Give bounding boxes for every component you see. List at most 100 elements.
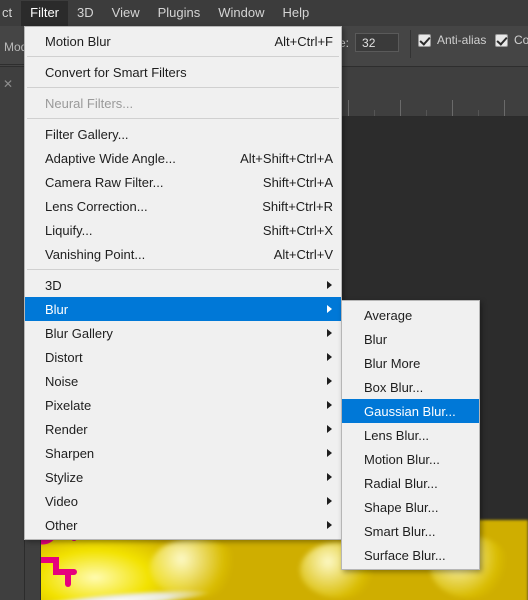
chevron-right-icon — [327, 305, 332, 313]
filter-menu-item-label: Other — [45, 517, 78, 533]
filter-menu-item[interactable]: Motion Blur Alt+Ctrl+F — [25, 29, 341, 53]
chevron-right-icon — [327, 521, 332, 529]
filter-menu-item[interactable]: Stylize — [25, 465, 341, 489]
anti-alias-label: Anti-alias — [437, 33, 487, 47]
menubar-item-window[interactable]: Window — [209, 1, 273, 26]
menubar-item-help[interactable]: Help — [273, 1, 318, 26]
filter-menu-item[interactable]: Blur — [25, 297, 341, 321]
chevron-right-icon — [327, 281, 332, 289]
filter-menu-item-label: Blur Gallery — [45, 325, 113, 341]
blur-submenu-item[interactable]: Smart Blur... — [342, 519, 479, 543]
filter-menu-item[interactable]: Filter Gallery... — [25, 122, 341, 146]
photoshop-window: 50 400 450 500 550 ✕ Mod e: 32 — [0, 0, 528, 600]
filter-menu-item[interactable]: Lens Correction... Shift+Ctrl+R — [25, 194, 341, 218]
menubar-item-3d[interactable]: 3D — [68, 1, 103, 26]
chevron-right-icon — [327, 329, 332, 337]
menu-bar: ct Filter 3D View Plugins Window Help — [0, 0, 528, 26]
contiguous-label: Co — [514, 33, 528, 47]
blur-submenu-item-label: Gaussian Blur... — [364, 403, 456, 419]
filter-menu-item[interactable]: Noise — [25, 369, 341, 393]
blur-submenu-item[interactable]: Blur — [342, 327, 479, 351]
chevron-right-icon — [327, 377, 332, 385]
blur-submenu-item[interactable]: Shape Blur... — [342, 495, 479, 519]
blur-submenu-item[interactable]: Lens Blur... — [342, 423, 479, 447]
blur-submenu-item-label: Blur More — [364, 355, 421, 371]
filter-menu-separator — [27, 56, 339, 57]
filter-menu-item[interactable]: Sharpen — [25, 441, 341, 465]
filter-menu-separator — [27, 87, 339, 88]
menubar-item-view[interactable]: View — [103, 1, 149, 26]
blur-submenu-item-label: Blur — [364, 331, 388, 347]
filter-menu-item-label: Motion Blur — [45, 33, 111, 49]
blur-submenu-item-label: Smart Blur... — [364, 523, 436, 539]
chevron-right-icon — [327, 353, 332, 361]
close-icon[interactable]: ✕ — [3, 78, 13, 90]
filter-menu-separator — [27, 118, 339, 119]
filter-menu-item-label: Liquify... — [45, 222, 93, 238]
blur-submenu-item-label: Radial Blur... — [364, 475, 438, 491]
filter-menu-item-shortcut: Alt+Ctrl+F — [274, 33, 333, 49]
filter-menu-item-shortcut: Alt+Ctrl+V — [273, 246, 333, 262]
anti-alias-checkbox[interactable] — [418, 33, 431, 47]
blur-submenu-item-label: Lens Blur... — [364, 427, 430, 443]
filter-menu-item[interactable]: 3D — [25, 273, 341, 297]
filter-menu-item-label: Render — [45, 421, 88, 437]
filter-menu-item[interactable]: Vanishing Point... Alt+Ctrl+V — [25, 242, 341, 266]
filter-menu-item-label: 3D — [45, 277, 62, 293]
blur-submenu-item-label: Motion Blur... — [364, 451, 440, 467]
filter-menu-item-label: Stylize — [45, 469, 84, 485]
blur-submenu-item[interactable]: Blur More — [342, 351, 479, 375]
blur-submenu-item[interactable]: Gaussian Blur... — [342, 399, 479, 423]
filter-menu-item-label: Lens Correction... — [45, 198, 148, 214]
filter-menu-item-label: Vanishing Point... — [45, 246, 146, 262]
filter-menu-separator — [27, 269, 339, 270]
filter-menu-item-label: Blur — [45, 301, 69, 317]
blur-submenu-item-label: Box Blur... — [364, 379, 424, 395]
blur-submenu-item[interactable]: Surface Blur... — [342, 543, 479, 567]
blur-submenu-item[interactable]: Box Blur... — [342, 375, 479, 399]
menubar-item-filter[interactable]: Filter — [21, 0, 69, 26]
filter-menu-item-label: Video — [45, 493, 79, 509]
filter-menu-item[interactable]: Camera Raw Filter... Shift+Ctrl+A — [25, 170, 341, 194]
filter-menu-item-label: Camera Raw Filter... — [45, 174, 164, 190]
blur-submenu-item[interactable]: Radial Blur... — [342, 471, 479, 495]
filter-menu-item-shortcut: Shift+Ctrl+X — [262, 222, 333, 238]
filter-menu-item-shortcut: Alt+Shift+Ctrl+A — [240, 150, 333, 166]
filter-menu-item[interactable]: Other — [25, 513, 341, 537]
filter-menu-item-label: Sharpen — [45, 445, 95, 461]
filter-menu-item-label: Adaptive Wide Angle... — [45, 150, 176, 166]
filter-menu-item[interactable]: Render — [25, 417, 341, 441]
blur-submenu[interactable]: Average Blur Blur More Box Blur... Gaussian … — [341, 300, 480, 570]
chevron-right-icon — [327, 497, 332, 505]
chevron-right-icon — [327, 425, 332, 433]
chevron-right-icon — [327, 449, 332, 457]
filter-menu-item[interactable]: Pixelate — [25, 393, 341, 417]
filter-menu-item[interactable]: Adaptive Wide Angle... Alt+Shift+Ctrl+A — [25, 146, 341, 170]
filter-menu-item-shortcut: Shift+Ctrl+A — [262, 174, 333, 190]
blur-submenu-item-label: Shape Blur... — [364, 499, 439, 515]
chevron-right-icon — [327, 473, 332, 481]
menubar-item-select[interactable]: ct — [0, 1, 21, 26]
filter-menu-item: Neural Filters... — [25, 91, 341, 115]
chevron-right-icon — [327, 401, 332, 409]
filter-menu-item[interactable]: Video — [25, 489, 341, 513]
blur-submenu-item-label: Average — [364, 307, 413, 323]
filter-menu-item-label: Filter Gallery... — [45, 126, 129, 142]
blur-submenu-item-label: Surface Blur... — [364, 547, 446, 563]
filter-menu-item-label: Pixelate — [45, 397, 92, 413]
menubar-item-plugins[interactable]: Plugins — [149, 1, 210, 26]
contiguous-checkbox[interactable] — [495, 33, 508, 47]
filter-menu-item-label: Noise — [45, 373, 79, 389]
filter-menu-item[interactable]: Blur Gallery — [25, 321, 341, 345]
filter-menu-item[interactable]: Distort — [25, 345, 341, 369]
blur-submenu-item[interactable]: Average — [342, 303, 479, 327]
filter-dropdown-menu[interactable]: Motion Blur Alt+Ctrl+F Convert for Smart F… — [24, 26, 342, 540]
blur-submenu-item[interactable]: Motion Blur... — [342, 447, 479, 471]
tolerance-input[interactable]: 32 — [355, 33, 400, 52]
filter-menu-item-label: Distort — [45, 349, 83, 365]
filter-menu-item[interactable]: Convert for Smart Filters — [25, 60, 341, 84]
filter-menu-item-label: Convert for Smart Filters — [45, 64, 187, 80]
filter-menu-item-shortcut: Shift+Ctrl+R — [262, 198, 333, 214]
filter-menu-item[interactable]: Liquify... Shift+Ctrl+X — [25, 218, 341, 242]
tools-panel[interactable]: ✕ — [0, 66, 25, 600]
